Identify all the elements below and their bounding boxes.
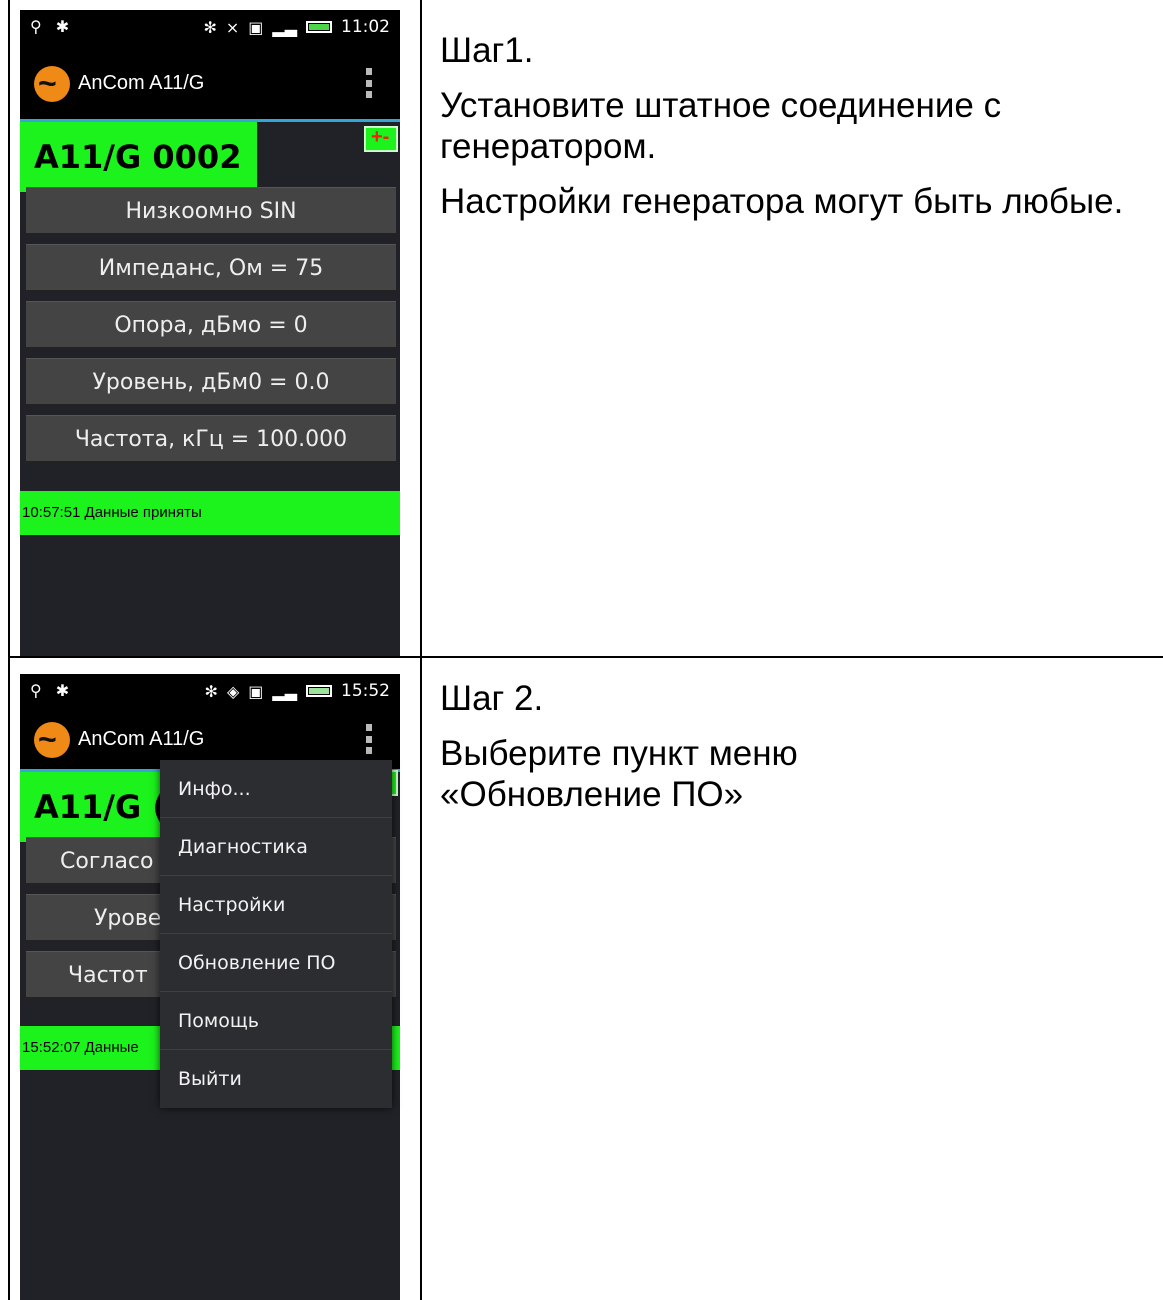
step2-paragraph-1: Выберите пункт меню «Обновление ПО» bbox=[440, 734, 798, 814]
signal-off-icon: ⨯ bbox=[225, 17, 240, 37]
battery-warning-icon: +- bbox=[364, 126, 398, 152]
overflow-menu-icon[interactable] bbox=[366, 724, 374, 754]
android-debug-icon: ✱ bbox=[55, 681, 70, 700]
battery-charging-icon bbox=[306, 685, 332, 697]
step1-paragraph-2: Настройки генератора могут быть любые. bbox=[440, 182, 1124, 221]
menu-item-settings[interactable]: Настройки bbox=[160, 876, 392, 934]
impedance-button[interactable]: Импеданс, Ом = 75 bbox=[26, 244, 396, 292]
step1-text: Шаг1. Установите штатное соединение с ге… bbox=[440, 30, 1140, 236]
cell-signal-icon: ▂▃ bbox=[272, 681, 297, 701]
menu-item-firmware-update[interactable]: Обновление ПО bbox=[160, 934, 392, 992]
instruction-table: ⚲ ✱ ✻ ⨯ ▣ ▂▃ 11:02 ~ AnCom A11/G A11/G 00… bbox=[0, 0, 1163, 1300]
table-middle-border bbox=[420, 0, 422, 1300]
status-message: 10:57:51 Данные приняты bbox=[20, 491, 400, 535]
menu-item-exit[interactable]: Выйти bbox=[160, 1050, 392, 1108]
step1-paragraph-1: Установите штатное соединение с генерато… bbox=[440, 86, 1002, 166]
step2-heading: Шаг 2. bbox=[440, 679, 544, 718]
android-debug-icon: ✱ bbox=[55, 17, 70, 36]
sim-icon: ▣ bbox=[248, 681, 264, 701]
bluetooth-icon: ✻ bbox=[204, 681, 218, 701]
app-logo-icon: ~ bbox=[34, 66, 70, 102]
battery-icon bbox=[306, 21, 332, 33]
action-bar: ~ AnCom A11/G bbox=[20, 46, 400, 122]
table-row-divider bbox=[8, 656, 1163, 658]
frequency-button[interactable]: Частота, кГц = 100.000 bbox=[26, 415, 396, 463]
menu-item-help[interactable]: Помощь bbox=[160, 992, 392, 1050]
app-title: AnCom A11/G bbox=[78, 72, 205, 94]
device-label: A11/G 0002 bbox=[20, 122, 257, 192]
status-bar: ⚲ ✱ ✻ ⨯ ▣ ▂▃ 11:02 bbox=[20, 10, 400, 46]
level-button[interactable]: Уровень, дБм0 = 0.0 bbox=[26, 358, 396, 406]
status-time: 15:52 bbox=[341, 681, 390, 701]
reference-button[interactable]: Опора, дБмо = 0 bbox=[26, 301, 396, 349]
overflow-menu-icon[interactable] bbox=[366, 68, 374, 98]
usb-icon: ⚲ bbox=[30, 17, 42, 36]
menu-item-diagnostics[interactable]: Диагностика bbox=[160, 818, 392, 876]
status-time: 11:02 bbox=[341, 17, 390, 37]
menu-item-info[interactable]: Инфо... bbox=[160, 760, 392, 818]
sim-icon: ▣ bbox=[248, 17, 264, 37]
phone-screenshot-step1: ⚲ ✱ ✻ ⨯ ▣ ▂▃ 11:02 ~ AnCom A11/G A11/G 00… bbox=[20, 10, 400, 656]
table-left-border bbox=[8, 0, 10, 1300]
usb-icon: ⚲ bbox=[30, 681, 42, 700]
rotate-icon: ◈ bbox=[226, 681, 240, 701]
overflow-menu: Инфо... Диагностика Настройки Обновление… bbox=[160, 760, 392, 1108]
device-label: A11/G ( bbox=[20, 772, 170, 842]
cell-signal-icon: ▂▃ bbox=[272, 17, 297, 37]
app-logo-icon: ~ bbox=[34, 722, 70, 758]
app-title: AnCom A11/G bbox=[78, 728, 205, 750]
bluetooth-icon: ✻ bbox=[203, 17, 217, 37]
step2-text: Шаг 2. Выберите пункт меню «Обновление П… bbox=[440, 678, 900, 829]
step1-heading: Шаг1. bbox=[440, 31, 534, 70]
mode-button[interactable]: Низкоомно SIN bbox=[26, 187, 396, 235]
status-bar: ⚲ ✱ ✻ ◈ ▣ ▂▃ 15:52 bbox=[20, 674, 400, 710]
